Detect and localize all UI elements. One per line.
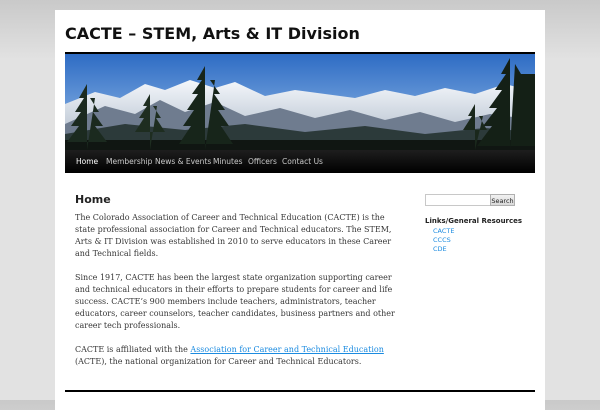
nav-item-membership[interactable]: Membership [106,150,152,173]
search-button[interactable]: Search [490,194,515,206]
footer-divider [65,390,535,392]
nav-item-officers[interactable]: Officers [248,150,277,173]
acte-link[interactable]: Association for Career and Technical Edu… [190,345,383,354]
nav-item-news-events[interactable]: News & Events [155,150,211,173]
affiliation-text-after: (ACTE), the national organization for Ca… [75,357,362,366]
nav-item-minutes[interactable]: Minutes [213,150,243,173]
nav-item-home[interactable]: Home [76,150,98,173]
sidebar-link-cde[interactable]: CDE [433,245,447,253]
affiliation-paragraph: CACTE is affiliated with the Association… [75,344,400,368]
site-title[interactable]: CACTE – STEM, Arts & IT Division [65,24,360,43]
header-banner-image [65,54,535,150]
links-heading: Links/General Resources [425,217,523,225]
sidebar-link-cccs[interactable]: CCCS [433,236,451,244]
intro-paragraph: The Colorado Association of Career and T… [75,213,392,258]
affiliation-text-before: CACTE is affiliated with the [75,345,191,354]
history-paragraph: Since 1917, CACTE has been the largest s… [75,273,395,330]
search-input[interactable] [425,194,491,206]
nav-item-contact-us[interactable]: Contact Us [282,150,323,173]
sidebar-link-cacte[interactable]: CACTE [433,227,455,235]
main-navigation: Home Membership News & Events Minutes Of… [65,150,535,173]
page-title: Home [75,193,111,206]
page-container: CACTE – STEM, Arts & IT Division Home Me… [55,10,545,410]
